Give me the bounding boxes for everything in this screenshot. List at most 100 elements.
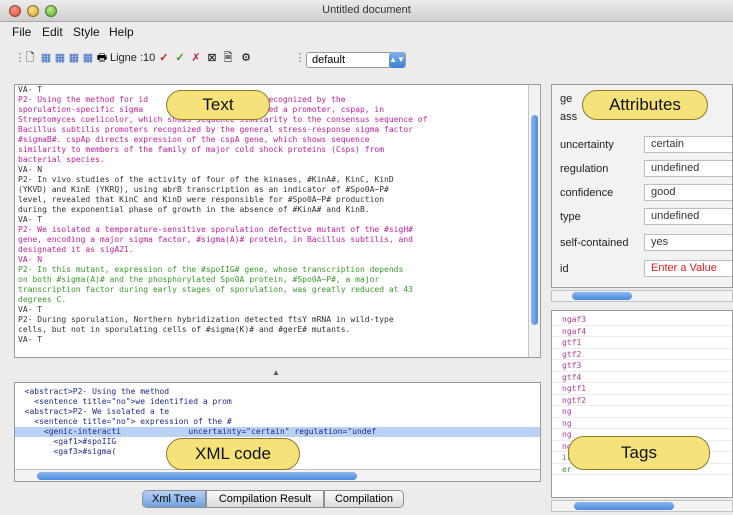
select-arrow-icon: ▲▼: [389, 52, 405, 68]
tag-item[interactable]: ngaf4: [552, 326, 732, 337]
text-line: designated it as sigA21.: [18, 245, 134, 254]
text-line: P2- In this mutant, expression of the #s…: [18, 265, 404, 274]
import-icon[interactable]: ▦: [40, 51, 52, 65]
attr-key: self-contained: [560, 237, 629, 249]
menu-style[interactable]: Style: [73, 25, 100, 39]
save-icon[interactable]: ▦: [68, 51, 80, 65]
box-icon[interactable]: ⊠: [206, 51, 218, 65]
text-line: bacterial species.: [18, 155, 105, 164]
toolbar: ⋮ 🗋 ▦ ▦ ▦ ▦ 🖶 Ligne :10 ✓ ✓ ✗ ⊠ 🗎 ⚙ ⋮ de…: [0, 44, 733, 72]
text-line: (YKVD) and KinE (YKRQ), using abrB trans…: [18, 185, 389, 194]
attr-row-self-contained: self-contained yes: [552, 231, 732, 255]
text-line: similarity to members of the family of m…: [18, 145, 385, 154]
text-vertical-scrollbar[interactable]: [528, 85, 540, 357]
panel-splitter[interactable]: ▲: [14, 362, 541, 382]
text-line: transcription factor during early stages…: [18, 285, 413, 294]
callout-tags: Tags: [568, 436, 710, 470]
tag-item[interactable]: gtf4: [552, 372, 732, 383]
grip-icon-2: ⋮: [294, 52, 306, 64]
tag-item[interactable]: ng: [552, 418, 732, 429]
xml-node[interactable]: <sentence title="no"> expression of the …: [15, 417, 540, 427]
xml-node[interactable]: <abstract>P2- We isolated a te: [15, 407, 540, 417]
text-line: sporulation-specific sigma we identified…: [18, 105, 385, 114]
tags-horizontal-scrollbar[interactable]: [551, 500, 733, 512]
text-line: P2- Using the method for id promoters re…: [18, 95, 346, 104]
attr-key: uncertainty: [560, 139, 614, 151]
tag-item[interactable]: ngaf3: [552, 314, 732, 326]
settings-icon[interactable]: ⚙: [240, 51, 252, 65]
tab-compilation[interactable]: Compilation: [324, 490, 404, 508]
tag-item[interactable]: ngtf2: [552, 395, 732, 406]
text-line: degrees C.: [18, 295, 67, 304]
print-icon[interactable]: 🖶: [96, 51, 108, 65]
tab-compilation-result[interactable]: Compilation Result: [206, 490, 324, 508]
xml-node[interactable]: <abstract>P2- Using the method: [15, 387, 540, 397]
text-line: VA- N: [18, 165, 43, 174]
xml-node[interactable]: <genic-interacti uncertainty="certain" r…: [15, 427, 540, 437]
attr-row-type: type undefined: [552, 205, 732, 229]
text-line: on both #sigma(A)# and the phosphorylate…: [18, 275, 380, 284]
window-title: Untitled document: [322, 4, 411, 16]
attr-value[interactable]: undefined: [644, 160, 732, 177]
text-line: VA- T: [18, 85, 43, 94]
text-scroll-thumb[interactable]: [531, 115, 538, 325]
splitter-arrow-icon: ▲: [272, 368, 280, 377]
callout-xml-code: XML code: [166, 438, 300, 470]
attr-key: id: [560, 263, 569, 275]
attr-key: type: [560, 211, 581, 223]
tag-item[interactable]: gtf3: [552, 360, 732, 372]
text-line: Bacillus subtilis promoters recognized b…: [18, 125, 413, 134]
save-as-icon[interactable]: ▦: [82, 51, 94, 65]
attr-value[interactable]: yes: [644, 234, 732, 251]
text-line: P2- During sporulation, Northern hybridi…: [18, 315, 394, 324]
document-icon[interactable]: 🗎: [222, 51, 234, 65]
text-line: Streptomyces coelicolor, which shows seq…: [18, 115, 428, 124]
text-line: #sigmaB#. cspAp directs expression of th…: [18, 135, 370, 144]
attr-value[interactable]: undefined: [644, 208, 732, 225]
tag-item[interactable]: ngtf1: [552, 383, 732, 395]
tags-scroll-thumb[interactable]: [574, 502, 674, 510]
attributes-scroll-thumb[interactable]: [572, 292, 632, 300]
attr-value[interactable]: good: [644, 184, 732, 201]
remove-tag-icon[interactable]: ✗: [190, 51, 202, 65]
text-line: level, revealed that KinC and KinD were …: [18, 195, 385, 204]
tag-item[interactable]: gtf2: [552, 349, 732, 360]
text-line: VA- T: [18, 215, 43, 224]
menu-edit[interactable]: Edit: [42, 25, 63, 39]
tag-item[interactable]: ng: [552, 406, 732, 418]
line-indicator: Ligne :10: [110, 52, 156, 64]
xml-horizontal-scrollbar[interactable]: [15, 469, 540, 481]
attr-row-uncertainty: uncertainty certain: [552, 133, 732, 157]
attr-key: ge: [560, 93, 573, 105]
title-bar: Untitled document: [0, 0, 733, 22]
callout-text: Text: [166, 90, 270, 120]
menu-help[interactable]: Help: [109, 25, 134, 39]
check-green-icon[interactable]: ✓: [174, 51, 186, 65]
attr-value[interactable]: Enter a Value: [644, 260, 732, 277]
menu-bar: File Edit Style Help: [0, 23, 733, 41]
text-lines: VA- TP2- Using the method for id promote…: [15, 85, 540, 345]
text-line: cells, but not in sporulating cells of #…: [18, 325, 351, 334]
text-panel[interactable]: VA- TP2- Using the method for id promote…: [14, 84, 541, 358]
text-line: P2- We isolated a temperature-sensitive …: [18, 225, 413, 234]
text-line: gene, encoding a major sigma factor, #si…: [18, 235, 413, 244]
tab-xml-tree[interactable]: Xml Tree: [142, 490, 206, 508]
check-red-icon[interactable]: ✓: [158, 51, 170, 65]
text-line: VA- N: [18, 255, 43, 264]
attr-key: confidence: [560, 187, 614, 199]
xml-scroll-thumb[interactable]: [37, 472, 357, 480]
menu-file[interactable]: File: [12, 25, 31, 39]
style-select[interactable]: default ▲▼: [306, 52, 406, 68]
attr-key: regulation: [560, 163, 609, 175]
app-window: Untitled document File Edit Style Help ⋮…: [0, 0, 733, 515]
style-select-value: default: [312, 54, 346, 66]
new-document-icon[interactable]: 🗋: [24, 51, 36, 65]
export-icon[interactable]: ▦: [54, 51, 66, 65]
text-line: during the exponential phase of growth i…: [18, 205, 370, 214]
tag-item[interactable]: gtf1: [552, 337, 732, 349]
text-line: P2- In vivo studies of the activity of f…: [18, 175, 394, 184]
attributes-horizontal-scrollbar[interactable]: [551, 290, 733, 302]
xml-node[interactable]: <sentence title="no">we identified a pro…: [15, 397, 540, 407]
attr-row-id: id Enter a Value: [552, 257, 732, 281]
attr-value[interactable]: certain: [644, 136, 732, 153]
